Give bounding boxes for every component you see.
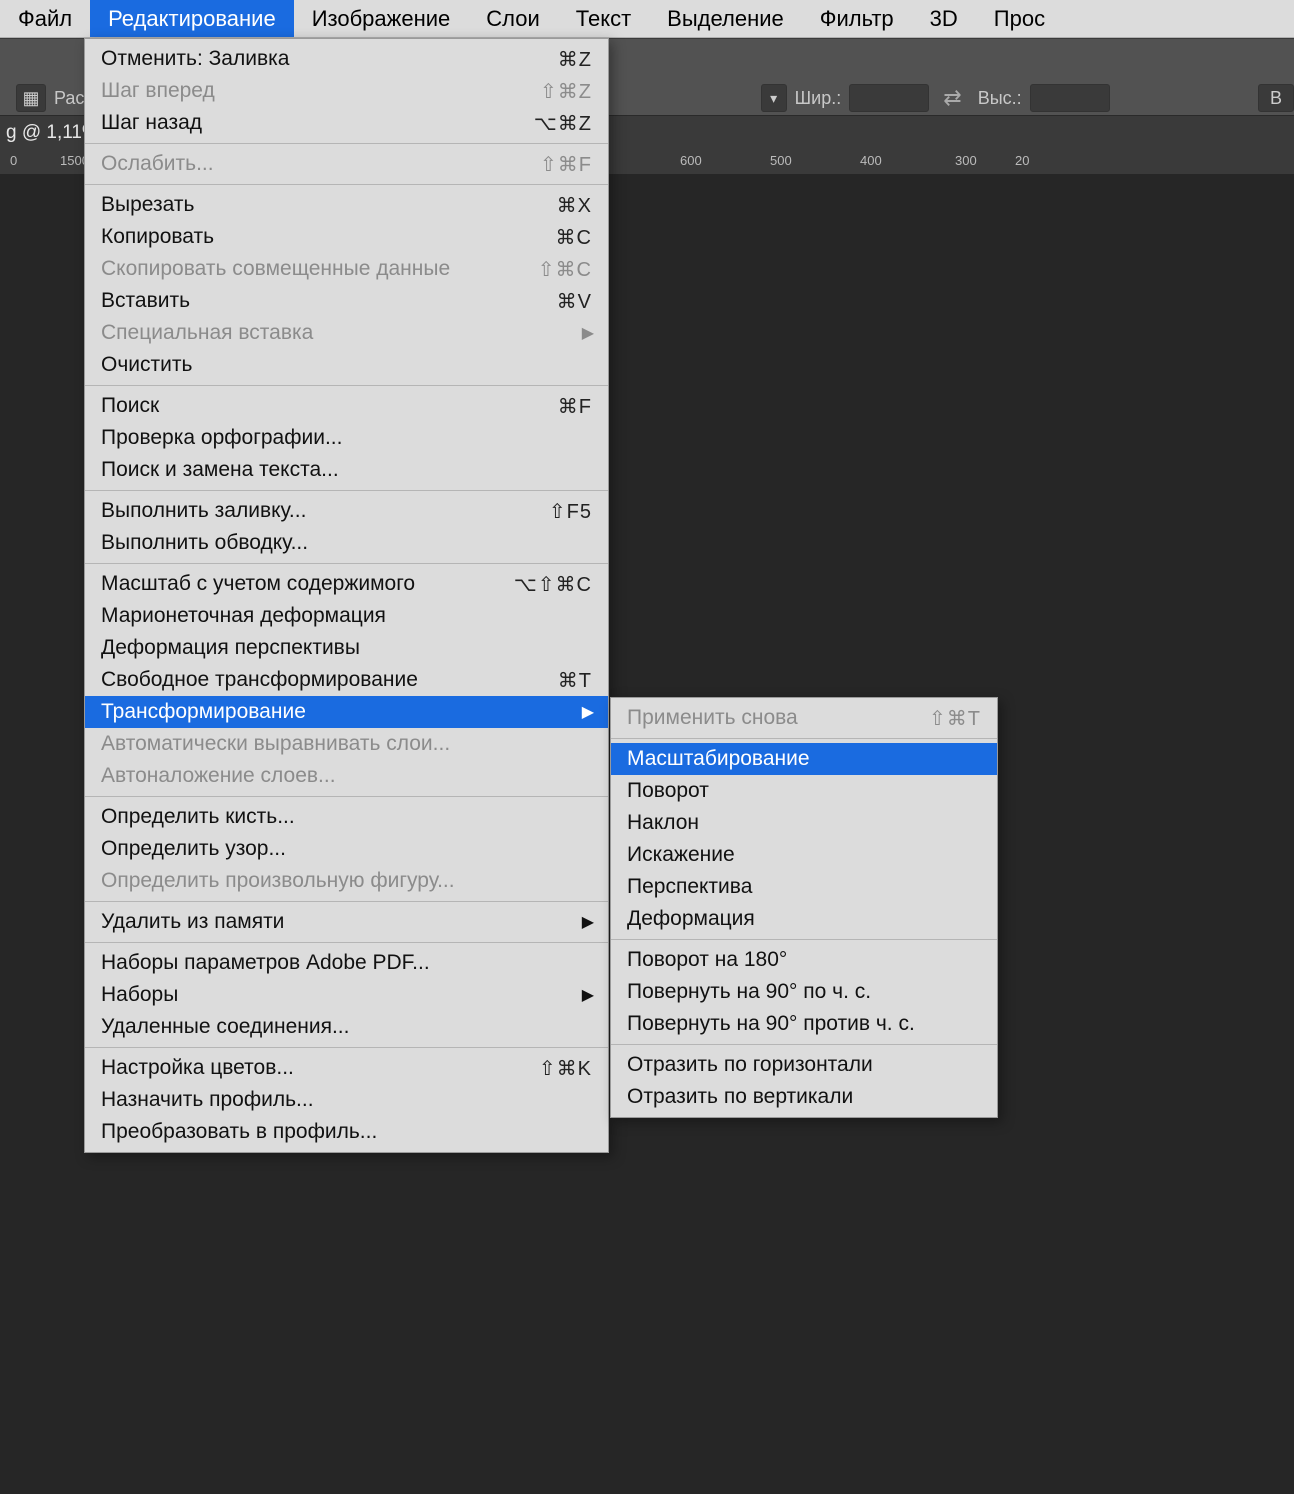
menu-auto-blend: Автоналожение слоев... bbox=[85, 760, 608, 792]
menu-separator bbox=[85, 563, 608, 564]
shortcut-label: ⌘Z bbox=[558, 47, 592, 72]
menu-paste[interactable]: Вставить⌘V bbox=[85, 285, 608, 317]
ruler-tick: 20 bbox=[1015, 153, 1029, 168]
menu-text[interactable]: Текст bbox=[558, 0, 649, 37]
menu-flip-horizontal[interactable]: Отразить по горизонтали bbox=[611, 1049, 997, 1081]
menu-3d[interactable]: 3D bbox=[912, 0, 976, 37]
menu-layers[interactable]: Слои bbox=[468, 0, 558, 37]
menu-separator bbox=[611, 1044, 997, 1045]
menu-separator bbox=[85, 942, 608, 943]
width-label: Шир.: bbox=[795, 88, 842, 109]
height-label: Выс.: bbox=[978, 88, 1022, 109]
menu-separator bbox=[611, 738, 997, 739]
menu-rotate-180[interactable]: Поворот на 180° bbox=[611, 944, 997, 976]
ruler-tick: 500 bbox=[770, 153, 792, 168]
menu-auto-align: Автоматически выравнивать слои... bbox=[85, 728, 608, 760]
menu-separator bbox=[85, 490, 608, 491]
menu-spellcheck[interactable]: Проверка орфографии... bbox=[85, 422, 608, 454]
menu-separator bbox=[85, 1047, 608, 1048]
menu-flip-vertical[interactable]: Отразить по вертикали bbox=[611, 1081, 997, 1113]
width-field[interactable] bbox=[849, 84, 929, 112]
menu-rotate-90-cw[interactable]: Повернуть на 90° по ч. с. bbox=[611, 976, 997, 1008]
menu-filter[interactable]: Фильтр bbox=[802, 0, 912, 37]
menu-assign-profile[interactable]: Назначить профиль... bbox=[85, 1084, 608, 1116]
menu-transform-again: Применить снова⇧⌘T bbox=[611, 702, 997, 734]
menu-stroke[interactable]: Выполнить обводку... bbox=[85, 527, 608, 559]
menu-purge[interactable]: Удалить из памяти▶ bbox=[85, 906, 608, 938]
menu-puppet-warp[interactable]: Марионеточная деформация bbox=[85, 600, 608, 632]
style-dropdown[interactable]: ▾ bbox=[761, 84, 787, 112]
submenu-arrow-icon: ▶ bbox=[582, 702, 594, 722]
menu-rotate-90-ccw[interactable]: Повернуть на 90° против ч. с. bbox=[611, 1008, 997, 1040]
menu-paste-special: Специальная вставка▶ bbox=[85, 317, 608, 349]
menu-warp[interactable]: Деформация bbox=[611, 903, 997, 935]
menu-search[interactable]: Поиск⌘F bbox=[85, 390, 608, 422]
menu-free-transform[interactable]: Свободное трансформирование⌘T bbox=[85, 664, 608, 696]
menu-edit[interactable]: Редактирование bbox=[90, 0, 294, 37]
menu-fill[interactable]: Выполнить заливку...⇧F5 bbox=[85, 495, 608, 527]
submenu-arrow-icon: ▶ bbox=[582, 323, 594, 343]
menu-step-forward: Шаг вперед⇧⌘Z bbox=[85, 75, 608, 107]
submenu-arrow-icon: ▶ bbox=[582, 912, 594, 932]
tool-preset-button[interactable]: ▦ bbox=[16, 84, 46, 112]
menu-define-brush[interactable]: Определить кисть... bbox=[85, 801, 608, 833]
menu-skew[interactable]: Наклон bbox=[611, 807, 997, 839]
menu-define-shape: Определить произвольную фигуру... bbox=[85, 865, 608, 897]
ruler-tick: 600 bbox=[680, 153, 702, 168]
menu-fade: Ослабить...⇧⌘F bbox=[85, 148, 608, 180]
height-field[interactable] bbox=[1030, 84, 1110, 112]
menu-content-aware-scale[interactable]: Масштаб с учетом содержимого⌥⇧⌘C bbox=[85, 568, 608, 600]
ruler-tick: 300 bbox=[955, 153, 977, 168]
menu-view[interactable]: Прос bbox=[976, 0, 1063, 37]
menu-select[interactable]: Выделение bbox=[649, 0, 802, 37]
ruler-tick: 0 bbox=[10, 153, 17, 168]
menu-step-backward[interactable]: Шаг назад⌥⌘Z bbox=[85, 107, 608, 139]
menubar: Файл Редактирование Изображение Слои Тек… bbox=[0, 0, 1294, 38]
menu-define-pattern[interactable]: Определить узор... bbox=[85, 833, 608, 865]
menu-clear[interactable]: Очистить bbox=[85, 349, 608, 381]
menu-pdf-presets[interactable]: Наборы параметров Adobe PDF... bbox=[85, 947, 608, 979]
menu-file[interactable]: Файл bbox=[0, 0, 90, 37]
menu-separator bbox=[85, 385, 608, 386]
ruler-tick: 400 bbox=[860, 153, 882, 168]
chevron-down-icon: ▾ bbox=[770, 90, 777, 107]
menu-undo[interactable]: Отменить: Заливка⌘Z bbox=[85, 43, 608, 75]
menu-copy[interactable]: Копировать⌘C bbox=[85, 221, 608, 253]
menu-convert-profile[interactable]: Преобразовать в профиль... bbox=[85, 1116, 608, 1148]
menu-presets[interactable]: Наборы▶ bbox=[85, 979, 608, 1011]
menu-separator bbox=[85, 184, 608, 185]
menu-separator bbox=[85, 901, 608, 902]
menu-image[interactable]: Изображение bbox=[294, 0, 469, 37]
menu-distort[interactable]: Искажение bbox=[611, 839, 997, 871]
menu-remote-connections[interactable]: Удаленные соединения... bbox=[85, 1011, 608, 1043]
menu-copy-merged: Скопировать совмещенные данные⇧⌘C bbox=[85, 253, 608, 285]
transform-submenu-panel: Применить снова⇧⌘T Масштабирование Повор… bbox=[610, 697, 998, 1118]
options-button-b[interactable]: В bbox=[1258, 84, 1294, 112]
menu-cut[interactable]: Вырезать⌘X bbox=[85, 189, 608, 221]
menu-color-settings[interactable]: Настройка цветов...⇧⌘K bbox=[85, 1052, 608, 1084]
swap-dimensions-icon[interactable]: ⇄ bbox=[943, 85, 961, 111]
menu-perspective-warp[interactable]: Деформация перспективы bbox=[85, 632, 608, 664]
edit-menu-panel: Отменить: Заливка⌘Z Шаг вперед⇧⌘Z Шаг на… bbox=[84, 38, 609, 1153]
menu-scale[interactable]: Масштабирование bbox=[611, 743, 997, 775]
menu-find-replace[interactable]: Поиск и замена текста... bbox=[85, 454, 608, 486]
menu-separator bbox=[611, 939, 997, 940]
menu-transform[interactable]: Трансформирование▶ bbox=[85, 696, 608, 728]
menu-separator bbox=[85, 143, 608, 144]
menu-rotate[interactable]: Поворот bbox=[611, 775, 997, 807]
menu-perspective[interactable]: Перспектива bbox=[611, 871, 997, 903]
menu-separator bbox=[85, 796, 608, 797]
submenu-arrow-icon: ▶ bbox=[582, 985, 594, 1005]
